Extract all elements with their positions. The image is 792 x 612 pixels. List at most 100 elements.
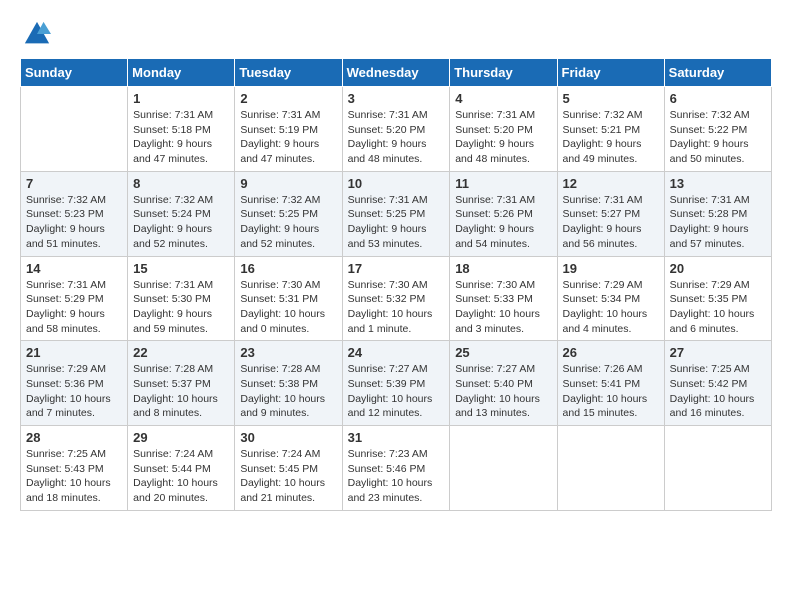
day-number: 29 — [133, 430, 229, 445]
day-info: Sunrise: 7:31 AM Sunset: 5:18 PM Dayligh… — [133, 108, 229, 167]
day-info: Sunrise: 7:32 AM Sunset: 5:22 PM Dayligh… — [670, 108, 766, 167]
day-number: 27 — [670, 345, 766, 360]
day-number: 2 — [240, 91, 336, 106]
day-info: Sunrise: 7:27 AM Sunset: 5:39 PM Dayligh… — [348, 362, 445, 421]
calendar-week-row: 14 Sunrise: 7:31 AM Sunset: 5:29 PM Dayli… — [21, 256, 772, 341]
day-info: Sunrise: 7:25 AM Sunset: 5:42 PM Dayligh… — [670, 362, 766, 421]
calendar-day-cell: 30 Sunrise: 7:24 AM Sunset: 5:45 PM Dayli… — [235, 426, 342, 511]
day-info: Sunrise: 7:29 AM Sunset: 5:35 PM Dayligh… — [670, 278, 766, 337]
day-number: 23 — [240, 345, 336, 360]
calendar-day-cell: 21 Sunrise: 7:29 AM Sunset: 5:36 PM Dayli… — [21, 341, 128, 426]
day-number: 21 — [26, 345, 122, 360]
calendar-header-tuesday: Tuesday — [235, 59, 342, 87]
day-info: Sunrise: 7:32 AM Sunset: 5:25 PM Dayligh… — [240, 193, 336, 252]
day-number: 5 — [563, 91, 659, 106]
day-info: Sunrise: 7:24 AM Sunset: 5:45 PM Dayligh… — [240, 447, 336, 506]
calendar-day-cell: 28Sunrise: 7:25 AM Sunset: 5:43 PM Dayli… — [21, 426, 128, 511]
day-number: 11 — [455, 176, 551, 191]
calendar-day-cell: 26 Sunrise: 7:26 AM Sunset: 5:41 PM Dayli… — [557, 341, 664, 426]
calendar-day-cell: 29 Sunrise: 7:24 AM Sunset: 5:44 PM Dayli… — [128, 426, 235, 511]
day-info: Sunrise: 7:29 AM Sunset: 5:34 PM Dayligh… — [563, 278, 659, 337]
day-number: 18 — [455, 261, 551, 276]
logo-icon — [23, 20, 51, 48]
calendar-header-friday: Friday — [557, 59, 664, 87]
calendar-day-cell: 18Sunrise: 7:30 AM Sunset: 5:33 PM Dayli… — [450, 256, 557, 341]
day-number: 24 — [348, 345, 445, 360]
calendar-empty-cell — [450, 426, 557, 511]
calendar-table: SundayMondayTuesdayWednesdayThursdayFrid… — [20, 58, 772, 511]
calendar-day-cell: 4Sunrise: 7:31 AM Sunset: 5:20 PM Daylig… — [450, 87, 557, 172]
day-info: Sunrise: 7:31 AM Sunset: 5:28 PM Dayligh… — [670, 193, 766, 252]
calendar-day-cell: 12 Sunrise: 7:31 AM Sunset: 5:27 PM Dayli… — [557, 171, 664, 256]
calendar-day-cell: 17 Sunrise: 7:30 AM Sunset: 5:32 PM Dayli… — [342, 256, 450, 341]
day-number: 4 — [455, 91, 551, 106]
calendar-day-cell: 22Sunrise: 7:28 AM Sunset: 5:37 PM Dayli… — [128, 341, 235, 426]
day-info: Sunrise: 7:31 AM Sunset: 5:29 PM Dayligh… — [26, 278, 122, 337]
day-number: 7 — [26, 176, 122, 191]
calendar-day-cell: 20 Sunrise: 7:29 AM Sunset: 5:35 PM Dayli… — [664, 256, 771, 341]
day-info: Sunrise: 7:31 AM Sunset: 5:25 PM Dayligh… — [348, 193, 445, 252]
day-info: Sunrise: 7:28 AM Sunset: 5:38 PM Dayligh… — [240, 362, 336, 421]
day-number: 10 — [348, 176, 445, 191]
day-number: 25 — [455, 345, 551, 360]
calendar-header-thursday: Thursday — [450, 59, 557, 87]
calendar-header-sunday: Sunday — [21, 59, 128, 87]
calendar-day-cell: 19 Sunrise: 7:29 AM Sunset: 5:34 PM Dayli… — [557, 256, 664, 341]
calendar-header-monday: Monday — [128, 59, 235, 87]
calendar-day-cell: 31 Sunrise: 7:23 AM Sunset: 5:46 PM Dayli… — [342, 426, 450, 511]
day-info: Sunrise: 7:32 AM Sunset: 5:21 PM Dayligh… — [563, 108, 659, 167]
day-info: Sunrise: 7:31 AM Sunset: 5:19 PM Dayligh… — [240, 108, 336, 167]
calendar-day-cell: 27 Sunrise: 7:25 AM Sunset: 5:42 PM Dayli… — [664, 341, 771, 426]
calendar-week-row: 1Sunrise: 7:31 AM Sunset: 5:18 PM Daylig… — [21, 87, 772, 172]
day-info: Sunrise: 7:30 AM Sunset: 5:31 PM Dayligh… — [240, 278, 336, 337]
day-number: 13 — [670, 176, 766, 191]
calendar-day-cell: 25Sunrise: 7:27 AM Sunset: 5:40 PM Dayli… — [450, 341, 557, 426]
day-info: Sunrise: 7:29 AM Sunset: 5:36 PM Dayligh… — [26, 362, 122, 421]
day-number: 9 — [240, 176, 336, 191]
day-number: 17 — [348, 261, 445, 276]
day-number: 26 — [563, 345, 659, 360]
calendar-day-cell: 8Sunrise: 7:32 AM Sunset: 5:24 PM Daylig… — [128, 171, 235, 256]
day-number: 31 — [348, 430, 445, 445]
calendar-week-row: 21 Sunrise: 7:29 AM Sunset: 5:36 PM Dayli… — [21, 341, 772, 426]
day-number: 20 — [670, 261, 766, 276]
calendar-day-cell: 23 Sunrise: 7:28 AM Sunset: 5:38 PM Dayli… — [235, 341, 342, 426]
calendar-day-cell: 6Sunrise: 7:32 AM Sunset: 5:22 PM Daylig… — [664, 87, 771, 172]
day-number: 12 — [563, 176, 659, 191]
calendar-empty-cell — [664, 426, 771, 511]
calendar-empty-cell — [557, 426, 664, 511]
day-info: Sunrise: 7:31 AM Sunset: 5:27 PM Dayligh… — [563, 193, 659, 252]
day-info: Sunrise: 7:24 AM Sunset: 5:44 PM Dayligh… — [133, 447, 229, 506]
day-info: Sunrise: 7:31 AM Sunset: 5:20 PM Dayligh… — [348, 108, 445, 167]
calendar-header-saturday: Saturday — [664, 59, 771, 87]
day-number: 14 — [26, 261, 122, 276]
day-number: 16 — [240, 261, 336, 276]
day-number: 30 — [240, 430, 336, 445]
logo — [20, 20, 51, 48]
day-number: 19 — [563, 261, 659, 276]
day-number: 15 — [133, 261, 229, 276]
calendar-day-cell: 14 Sunrise: 7:31 AM Sunset: 5:29 PM Dayli… — [21, 256, 128, 341]
calendar-empty-cell — [21, 87, 128, 172]
day-number: 28 — [26, 430, 122, 445]
day-number: 3 — [348, 91, 445, 106]
calendar-day-cell: 1Sunrise: 7:31 AM Sunset: 5:18 PM Daylig… — [128, 87, 235, 172]
calendar-day-cell: 2 Sunrise: 7:31 AM Sunset: 5:19 PM Daylig… — [235, 87, 342, 172]
day-info: Sunrise: 7:23 AM Sunset: 5:46 PM Dayligh… — [348, 447, 445, 506]
day-info: Sunrise: 7:31 AM Sunset: 5:30 PM Dayligh… — [133, 278, 229, 337]
calendar-header-wednesday: Wednesday — [342, 59, 450, 87]
calendar-week-row: 7 Sunrise: 7:32 AM Sunset: 5:23 PM Daylig… — [21, 171, 772, 256]
day-info: Sunrise: 7:26 AM Sunset: 5:41 PM Dayligh… — [563, 362, 659, 421]
calendar-day-cell: 13 Sunrise: 7:31 AM Sunset: 5:28 PM Dayli… — [664, 171, 771, 256]
calendar-day-cell: 7 Sunrise: 7:32 AM Sunset: 5:23 PM Daylig… — [21, 171, 128, 256]
day-info: Sunrise: 7:31 AM Sunset: 5:26 PM Dayligh… — [455, 193, 551, 252]
calendar-day-cell: 24 Sunrise: 7:27 AM Sunset: 5:39 PM Dayli… — [342, 341, 450, 426]
calendar-header-row: SundayMondayTuesdayWednesdayThursdayFrid… — [21, 59, 772, 87]
day-info: Sunrise: 7:32 AM Sunset: 5:23 PM Dayligh… — [26, 193, 122, 252]
calendar-day-cell: 10 Sunrise: 7:31 AM Sunset: 5:25 PM Dayli… — [342, 171, 450, 256]
calendar-day-cell: 9 Sunrise: 7:32 AM Sunset: 5:25 PM Daylig… — [235, 171, 342, 256]
day-info: Sunrise: 7:30 AM Sunset: 5:32 PM Dayligh… — [348, 278, 445, 337]
calendar-day-cell: 3 Sunrise: 7:31 AM Sunset: 5:20 PM Daylig… — [342, 87, 450, 172]
calendar-day-cell: 15 Sunrise: 7:31 AM Sunset: 5:30 PM Dayli… — [128, 256, 235, 341]
day-number: 8 — [133, 176, 229, 191]
